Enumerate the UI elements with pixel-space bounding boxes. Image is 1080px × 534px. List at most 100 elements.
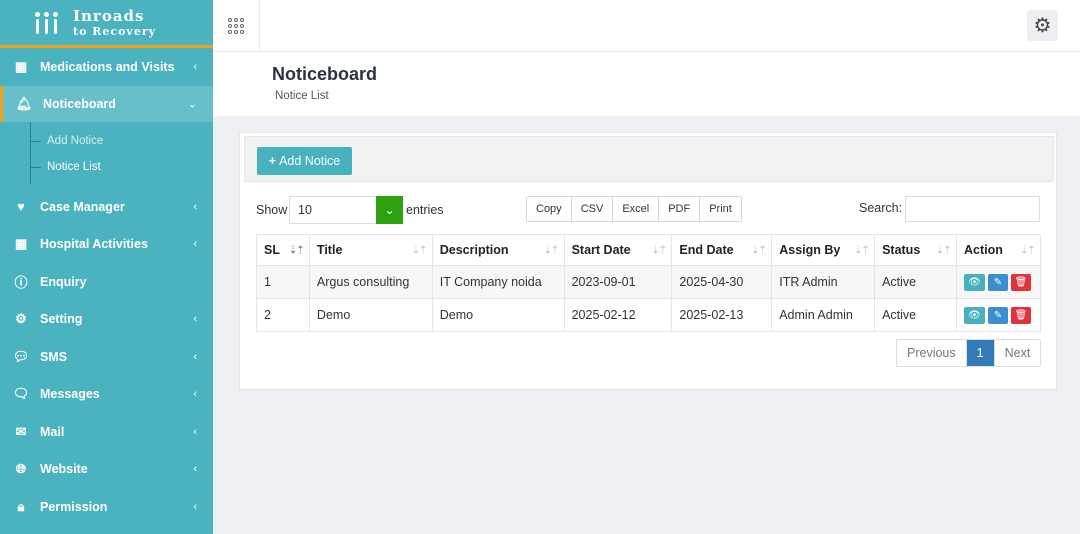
export-buttons: Copy CSV Excel PDF Print <box>526 196 742 222</box>
plus-icon: + <box>268 154 277 168</box>
view-button[interactable]: 👁︎ <box>963 273 985 291</box>
page-1-button[interactable]: 1 <box>966 340 994 366</box>
building-icon: ▦ <box>14 236 28 252</box>
chevron-left-icon: ‹ <box>193 238 197 251</box>
sidebar-item-label: Hospital Activities <box>40 237 148 252</box>
column-header-sl[interactable]: SL ⇣⇡ <box>256 234 310 266</box>
cell-sl: 2 <box>256 298 310 332</box>
chevron-down-icon: ⌄ <box>187 98 197 111</box>
add-notice-button[interactable]: + Add Notice <box>257 147 352 175</box>
sort-icon: ⇣⇡ <box>411 244 428 257</box>
cell-title: Demo <box>308 298 433 332</box>
brand-logo[interactable]: Inroads to Recovery <box>0 0 213 48</box>
table-row: 1 Argus consulting IT Company noida 2023… <box>256 265 1042 299</box>
column-header-assign-by[interactable]: Assign By ⇣⇡ <box>771 234 876 266</box>
building-icon: ▦ <box>14 59 28 74</box>
column-header-start-date[interactable]: Start Date ⇣⇡ <box>563 234 673 266</box>
table-controls: Show 10 ⌄ entries Copy CSV Excel PDF Pri… <box>256 195 1042 225</box>
previous-page-button[interactable]: Previous <box>897 340 967 366</box>
trash-icon: 🗑︎ <box>1014 309 1028 321</box>
sidebar-item-setting[interactable]: ⚙ Setting ‹ <box>0 301 213 339</box>
sort-icon: ⇣⇡ <box>650 244 668 257</box>
sidebar-item-sms[interactable]: 💬︎ SMS ‹ <box>0 338 213 376</box>
cell-sl: 1 <box>256 265 310 299</box>
notice-card: + Add Notice Show 10 ⌄ entries Copy CSV … <box>239 132 1057 390</box>
sidebar-nav: ▦ Medications and Visits ‹ 🔔︎ Noticeboar… <box>0 48 213 526</box>
sort-icon: ⇣⇡ <box>935 244 953 257</box>
chevron-left-icon: ‹ <box>193 313 197 326</box>
column-header-end-date[interactable]: End Date ⇣⇡ <box>671 234 773 266</box>
app-menu-button[interactable] <box>213 0 260 52</box>
delete-button[interactable]: 🗑︎ <box>1010 273 1031 291</box>
top-bar: ⚙ <box>213 0 1080 52</box>
settings-button[interactable]: ⚙ <box>1027 10 1058 41</box>
cell-end-date: 2025-02-13 <box>671 298 773 332</box>
pdf-button[interactable]: PDF <box>659 197 701 221</box>
sidebar-item-case-manager[interactable]: ♥ Case Manager ‹ <box>0 188 213 226</box>
sidebar-item-noticeboard[interactable]: 🔔︎ Noticeboard ⌄ <box>0 86 213 122</box>
edit-button[interactable]: ✎ <box>987 273 1008 291</box>
print-button[interactable]: Print <box>700 197 741 221</box>
sidebar-item-messages[interactable]: 🗨︎ Messages ‹ <box>0 376 213 414</box>
sort-icon: ⇣⇡ <box>543 244 560 257</box>
sort-icon: ⇣⇡ <box>750 244 768 257</box>
sidebar-subitem-add-notice[interactable]: Add Notice <box>0 128 213 154</box>
cell-start-date: 2023-09-01 <box>563 265 673 299</box>
column-header-label: SL <box>264 243 280 257</box>
entries-select[interactable]: 10 ⌄ <box>289 196 403 224</box>
cell-actions: 👁︎ ✎ 🗑︎ <box>955 298 1042 332</box>
delete-button[interactable]: 🗑︎ <box>1010 306 1031 324</box>
sidebar-subitem-notice-list[interactable]: Notice List <box>0 154 213 180</box>
noticeboard-submenu: Add Notice Notice List <box>0 122 213 188</box>
sidebar-item-permission[interactable]: 🔒︎ Permission ‹ <box>0 488 213 526</box>
next-page-button[interactable]: Next <box>993 340 1041 366</box>
sidebar-item-hospital-activities[interactable]: ▦ Hospital Activities ‹ <box>0 226 213 264</box>
page-subtitle: Notice List <box>275 90 329 102</box>
chevron-left-icon: ‹ <box>193 500 197 513</box>
sidebar-item-mail[interactable]: ✉ Mail ‹ <box>0 413 213 451</box>
grid-icon <box>228 18 244 34</box>
chevron-left-icon: ‹ <box>193 200 197 213</box>
sidebar-item-label: SMS <box>40 349 68 364</box>
column-header-title[interactable]: Title ⇣⇡ <box>308 234 433 266</box>
envelope-icon: ✉ <box>15 423 27 439</box>
sidebar-item-label: Website <box>40 462 88 477</box>
search-input[interactable] <box>905 196 1040 222</box>
logo-figures-icon <box>34 11 59 34</box>
table-header-row: SL ⇣⇡ Title ⇣⇡ Description ⇣⇡ Start Date ⇣⇡ … <box>256 234 1042 266</box>
column-header-status[interactable]: Status ⇣⇡ <box>874 234 957 266</box>
eye-icon: 👁︎ <box>968 309 981 321</box>
column-header-label: End Date <box>679 243 734 257</box>
column-header-action[interactable]: Action ⇣⇡ <box>955 234 1042 266</box>
edit-button[interactable]: ✎ <box>987 306 1008 324</box>
sidebar-item-label: Messages <box>40 387 100 402</box>
cell-description: Demo <box>431 298 565 332</box>
view-button[interactable]: 👁︎ <box>963 306 985 324</box>
chevron-left-icon: ‹ <box>193 61 197 73</box>
gear-icon: ⚙ <box>15 311 27 327</box>
sidebar-item-website[interactable]: 🌐︎ Website ‹ <box>0 451 213 489</box>
entries-value: 10 <box>298 203 312 217</box>
edit-icon: ✎ <box>993 276 1003 288</box>
sidebar: Inroads to Recovery ▦ Medications and Vi… <box>0 0 213 534</box>
trash-icon: 🗑︎ <box>1014 276 1028 288</box>
column-header-description[interactable]: Description ⇣⇡ <box>431 234 565 266</box>
page-header: Noticeboard Notice List <box>213 52 1080 116</box>
globe-icon: 🌐︎ <box>15 461 27 477</box>
show-label: Show <box>256 203 288 217</box>
sidebar-item-medications[interactable]: ▦ Medications and Visits ‹ <box>0 48 213 86</box>
bell-icon: 🔔︎ <box>15 96 33 111</box>
chevron-down-icon[interactable]: ⌄ <box>376 196 403 224</box>
chevron-left-icon: ‹ <box>193 350 197 363</box>
csv-button[interactable]: CSV <box>571 197 614 221</box>
excel-button[interactable]: Excel <box>613 197 660 221</box>
table-row: 2 Demo Demo 2025-02-12 2025-02-13 Admin … <box>256 298 1042 332</box>
chat-dots-icon: 💬︎ <box>12 348 30 364</box>
pagination: Previous 1 Next <box>896 339 1042 367</box>
sort-icon: ⇣⇡ <box>853 244 871 257</box>
copy-button[interactable]: Copy <box>527 197 572 221</box>
cell-end-date: 2025-04-30 <box>671 265 773 299</box>
sidebar-item-enquiry[interactable]: ⓘ Enquiry <box>0 263 213 301</box>
sidebar-item-label: Mail <box>40 424 65 439</box>
column-header-label: Description <box>439 243 509 257</box>
